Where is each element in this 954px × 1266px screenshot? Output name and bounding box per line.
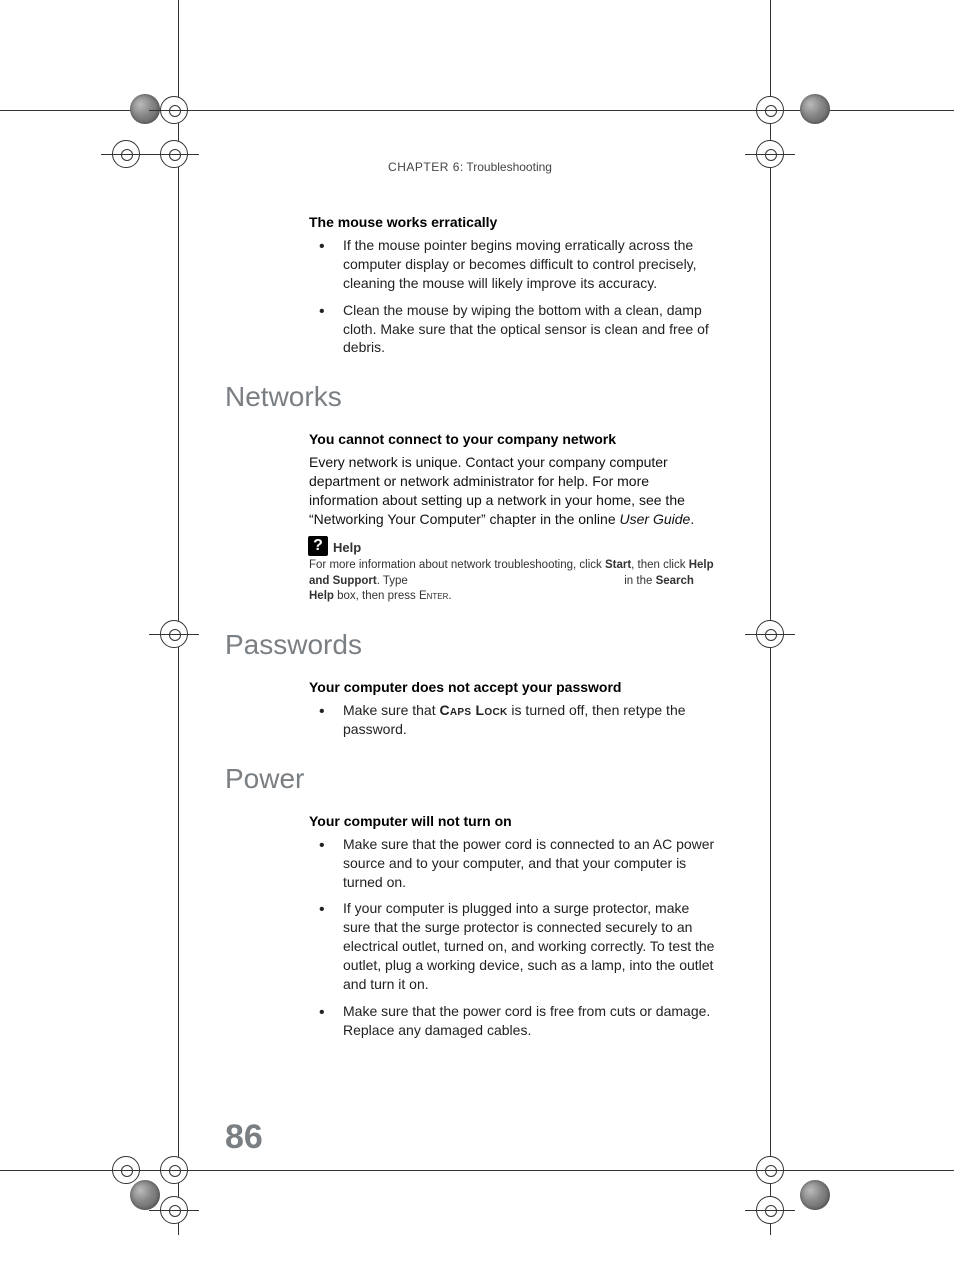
text: Make sure that [343, 702, 440, 718]
registration-globe-icon [130, 1180, 160, 1210]
power-bullets: Make sure that the power cord is connect… [309, 835, 715, 1040]
registration-globe-icon [130, 94, 160, 124]
list-item: Make sure that the power cord is free fr… [309, 1002, 715, 1040]
section-power: Power [225, 763, 715, 795]
help-icon: ? [308, 536, 328, 556]
page-content: CHAPTER 6: Troubleshooting The mouse wor… [225, 160, 715, 1052]
help-title: Help [333, 539, 361, 557]
list-item: If the mouse pointer begins moving errat… [309, 236, 715, 293]
crop-target-icon [160, 96, 230, 166]
mouse-bullets: If the mouse pointer begins moving errat… [309, 236, 715, 357]
text: . Type [377, 575, 411, 587]
crop-target-icon [112, 140, 182, 210]
crop-target-icon [756, 620, 826, 690]
text: box, then press [334, 590, 419, 602]
crop-target-icon [160, 1196, 230, 1266]
crop-hairline-left [178, 0, 179, 1235]
text-bold: Start [605, 559, 631, 571]
help-callout: ? Help For more information about networ… [309, 537, 715, 605]
networks-heading: You cannot connect to your company netwo… [309, 431, 715, 447]
power-heading: Your computer will not turn on [309, 813, 715, 829]
chapter-title: Troubleshooting [466, 160, 552, 174]
chapter-header: CHAPTER 6: Troubleshooting [225, 160, 715, 174]
text-smallcaps: Caps Lock [440, 702, 508, 718]
networks-paragraph: Every network is unique. Contact your co… [309, 453, 715, 529]
crop-hairline-right [770, 0, 771, 1235]
help-body: For more information about network troub… [309, 558, 715, 605]
registration-globe-icon [800, 1180, 830, 1210]
crop-target-icon [160, 140, 230, 210]
passwords-heading: Your computer does not accept your passw… [309, 679, 715, 695]
list-item: Clean the mouse by wiping the bottom wit… [309, 301, 715, 358]
text: . [690, 511, 694, 527]
mouse-heading: The mouse works erratically [309, 214, 715, 230]
chapter-label: CHAPTER 6 [388, 160, 460, 174]
text-smallcaps: Enter [419, 590, 448, 602]
registration-globe-icon [800, 94, 830, 124]
list-item: Make sure that Caps Lock is turned off, … [309, 701, 715, 739]
text: , then click [631, 559, 689, 571]
crop-target-icon [160, 620, 230, 690]
section-passwords: Passwords [225, 629, 715, 661]
text: in the [621, 575, 656, 587]
passwords-bullets: Make sure that Caps Lock is turned off, … [309, 701, 715, 739]
crop-hairline-bottom [0, 1170, 954, 1171]
text: For more information about network troub… [309, 559, 605, 571]
section-networks: Networks [225, 381, 715, 413]
list-item: If your computer is plugged into a surge… [309, 899, 715, 993]
crop-target-icon [756, 140, 826, 210]
crop-target-icon [160, 1156, 230, 1226]
list-item: Make sure that the power cord is connect… [309, 835, 715, 892]
text: . [448, 590, 451, 602]
page-number: 86 [225, 1118, 263, 1157]
text-italic: User Guide [620, 511, 691, 527]
